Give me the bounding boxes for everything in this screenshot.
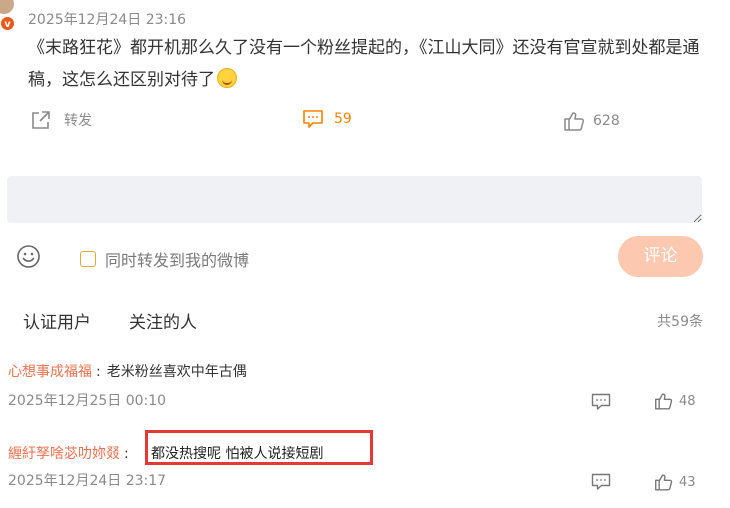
thumbs-up-icon [564,112,585,131]
like-count: 628 [593,113,620,129]
reply-text: 都没热搜呢 怕被人说接短剧 [151,446,324,462]
share-icon [32,111,50,129]
tab-following[interactable]: 关注的人 [129,308,197,333]
reply-item: 緾紆孥啥苾叻妳叕: [8,446,129,462]
reply-timestamp: 2025年12月24日 23:17 [8,473,167,489]
reply-username[interactable]: 緾紆孥啥苾叻妳叕 [8,446,120,462]
emoji-picker-icon[interactable] [16,244,41,269]
checkbox-box[interactable] [80,251,96,267]
like-button[interactable]: 628 [563,111,620,131]
repost-checkbox[interactable]: 同时转发到我的微博 [80,247,249,271]
post-action-bar: 转发 59 628 [0,109,730,135]
comment-filter-tabs: 认证用户 关注的人 [23,308,235,333]
tab-verified-users[interactable]: 认证用户 [23,308,91,333]
reply-timestamp: 2025年12月25日 00:10 [8,393,167,409]
share-label: 转发 [64,113,92,129]
reply-like-count: 48 [679,393,696,409]
post-text: 《末路狂花》都开机那么久了没有一个粉丝提起的，《江山大同》还没有官宣就到处都是通… [28,32,708,96]
avatar[interactable] [0,0,14,14]
verified-badge-icon: v [0,16,15,31]
comment-input[interactable] [7,176,702,223]
reply-like-count: 43 [679,474,696,490]
thumbs-up-icon [655,393,673,410]
reply-comment-icon[interactable] [591,393,611,411]
comment-total: 共59条 [657,314,703,330]
post-body: 《末路狂花》都开机那么久了没有一个粉丝提起的，《江山大同》还没有官宣就到处都是通… [28,38,700,90]
reply-text: 老米粉丝喜欢中年古偶 [106,364,247,380]
comment-button[interactable]: 59 [302,109,352,129]
thumbs-up-icon [655,474,673,491]
reply-comment-icon[interactable] [591,473,611,491]
post-timestamp: 2025年12月24日 23:16 [28,12,187,28]
share-button[interactable]: 转发 [30,109,92,131]
reply-like-button[interactable]: 48 [654,392,696,410]
reply-username[interactable]: 心想事成福福 [8,364,92,380]
laugh-cry-emoji-icon [217,68,237,88]
repost-label: 同时转发到我的微博 [105,251,250,270]
submit-comment-button[interactable]: 评论 [618,236,703,277]
reply-like-button[interactable]: 43 [654,473,696,491]
comment-icon [303,110,323,128]
reply-item: 心想事成福福: 老米粉丝喜欢中年古偶 [8,364,247,380]
comment-count: 59 [334,111,352,127]
